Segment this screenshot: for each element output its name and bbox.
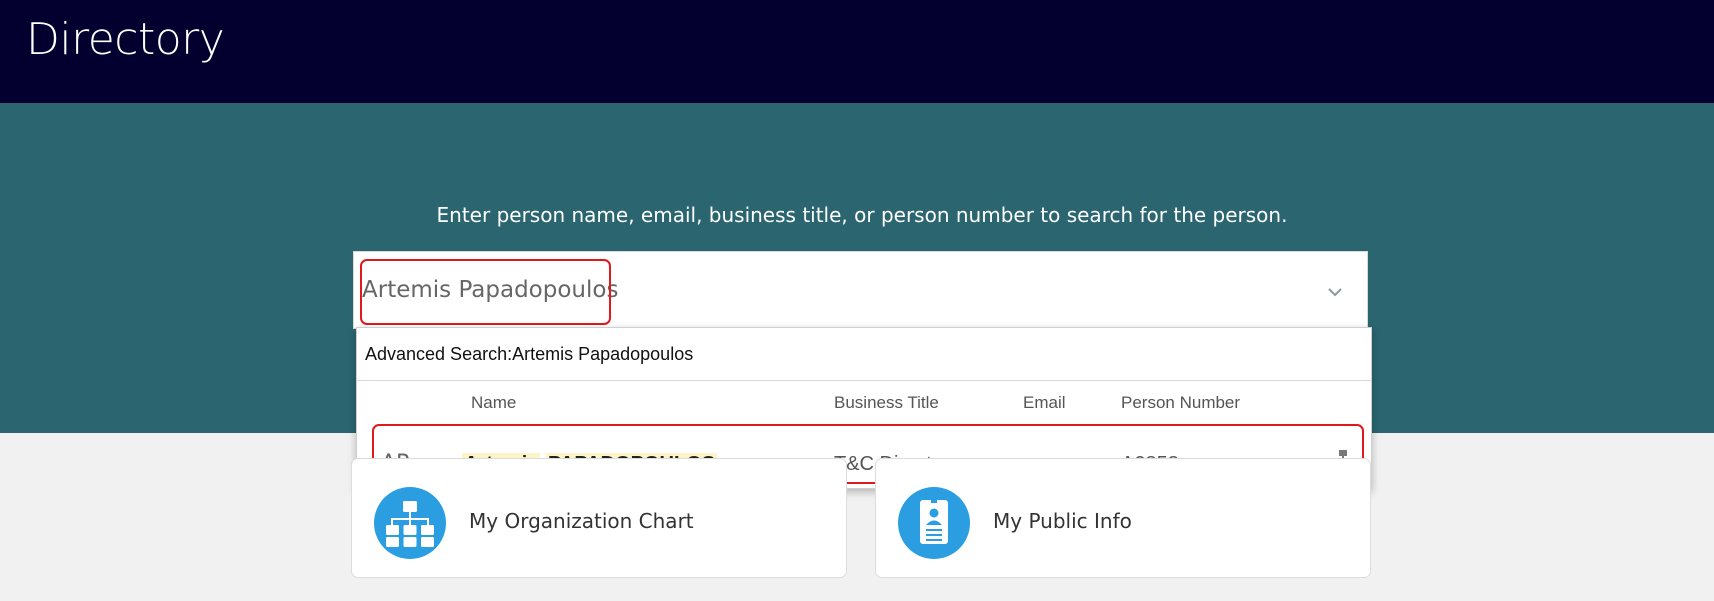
dropdown-divider: [357, 380, 1371, 381]
id-badge-icon: [898, 487, 970, 559]
column-header-person-number: Person Number: [1121, 393, 1241, 412]
advanced-search-link[interactable]: Advanced Search:Artemis Papadopoulos: [365, 344, 693, 365]
org-chart-icon: [374, 487, 446, 559]
column-header-email: Email: [1023, 393, 1066, 412]
card-label: My Organization Chart: [469, 509, 694, 533]
column-header-business-title: Business Title: [834, 393, 939, 412]
page-title: Directory: [26, 14, 225, 65]
column-header-name: Name: [471, 393, 517, 412]
card-my-public-info[interactable]: My Public Info: [875, 458, 1371, 578]
card-label: My Public Info: [993, 509, 1132, 533]
chevron-down-icon[interactable]: [1325, 282, 1345, 302]
app-header: Directory: [0, 0, 1714, 103]
search-instructions: Enter person name, email, business title…: [436, 203, 1288, 227]
card-my-organization-chart[interactable]: My Organization Chart: [351, 458, 847, 578]
search-value-highlight-box: [360, 259, 611, 325]
